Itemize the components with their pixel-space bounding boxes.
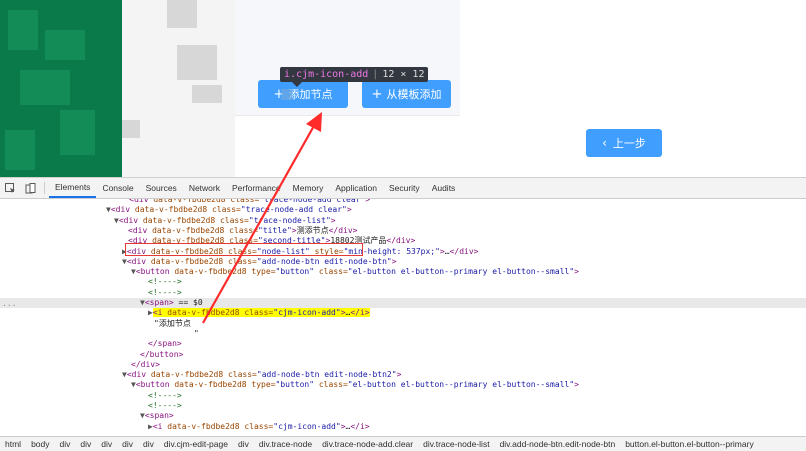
dom-node-line[interactable]: <!----> xyxy=(0,401,806,411)
prev-step-label: 上一步 xyxy=(612,137,646,150)
dom-node-line[interactable]: <div data-v-fbdbe2d8 class="second-title… xyxy=(0,236,806,246)
plus-icon: + xyxy=(371,86,383,102)
breadcrumb-item[interactable]: div.trace-node-add.clear xyxy=(317,439,418,449)
add-node-label: 添加节点 xyxy=(288,88,333,101)
tab-application[interactable]: Application xyxy=(329,178,383,198)
dom-node-line[interactable]: ▶<div data-v-fbdbe2d8 class="node-list" … xyxy=(0,247,806,257)
tooltip-selector: i.cjm-icon-add xyxy=(284,69,369,80)
breadcrumb-item[interactable]: div.add-node-btn.edit-node-btn xyxy=(495,439,621,449)
dom-node-line[interactable]: ▼<div data-v-fbdbe2d8 class="add-node-bt… xyxy=(0,370,806,380)
add-from-template-button[interactable]: + 从模板添加 xyxy=(362,80,451,108)
dom-node-line[interactable]: ▼<span> == $0 xyxy=(0,298,806,309)
device-toolbar-icon[interactable] xyxy=(20,178,40,198)
blurred-gray-panel xyxy=(122,0,235,177)
add-node-button[interactable]: + 添加节点 xyxy=(258,80,348,108)
prev-step-button[interactable]: ‹ 上一步 xyxy=(586,129,662,157)
breadcrumb-item[interactable]: div.trace-node xyxy=(254,439,317,449)
devtools-panel: Elements Console Sources Network Performance… xyxy=(0,177,806,451)
dom-node-line[interactable]: <!----> xyxy=(0,391,806,401)
selected-row-dots: ... xyxy=(2,299,17,308)
dom-node-line[interactable]: <div data-v-fbdbe2d8 class="title">测添节点<… xyxy=(0,226,806,236)
tab-elements[interactable]: Elements xyxy=(49,178,97,198)
breadcrumb-item[interactable]: div xyxy=(96,439,117,449)
breadcrumb-item[interactable]: div.cjm-edit-page xyxy=(159,439,233,449)
inspect-element-icon[interactable] xyxy=(0,178,20,198)
title-annotation-box xyxy=(125,243,363,256)
dom-node-line[interactable]: ▶<i data-v-fbdbe2d8 class="cjm-icon-add"… xyxy=(0,308,806,318)
blurred-green-image xyxy=(0,0,122,177)
dom-node-line[interactable]: </div> xyxy=(0,360,806,370)
dom-node-line[interactable]: <!----> xyxy=(0,288,806,298)
tab-audits[interactable]: Audits xyxy=(426,178,462,198)
dom-node-line[interactable]: ▼<button data-v-fbdbe2d8 type="button" c… xyxy=(0,380,806,390)
tab-performance[interactable]: Performance xyxy=(226,178,287,198)
dom-node-line[interactable]: " xyxy=(0,329,806,339)
dom-node-line[interactable]: <div data-v-fbdbe2d8 class="trace-node-a… xyxy=(0,199,806,205)
breadcrumb-item[interactable]: div xyxy=(138,439,159,449)
breadcrumb-item[interactable]: div xyxy=(75,439,96,449)
dom-node-line[interactable]: </span> xyxy=(0,339,806,349)
dom-node-line[interactable]: "添加节点 xyxy=(0,319,806,329)
dom-node-line[interactable]: ▼<span> xyxy=(0,411,806,421)
devtools-toolbar: Elements Console Sources Network Performance… xyxy=(0,178,806,199)
breadcrumb-item[interactable]: div xyxy=(55,439,76,449)
devtools-tabs: Elements Console Sources Network Performance… xyxy=(49,178,461,198)
dom-node-line[interactable]: </button> xyxy=(0,350,806,360)
add-from-template-label: 从模板添加 xyxy=(386,88,442,101)
page-preview: + 添加节点 + 从模板添加 i.cjm-icon-add | 12 × 12 … xyxy=(0,0,806,177)
dom-node-line[interactable]: ▼<div data-v-fbdbe2d8 class="trace-node-… xyxy=(0,205,806,215)
elements-dom-tree[interactable]: ▶<i data-v-fbdbe2d8 class="cjm-icon-add"… xyxy=(0,199,806,436)
breadcrumb-item[interactable]: div xyxy=(233,439,254,449)
breadcrumb-item[interactable]: div xyxy=(117,439,138,449)
dom-node-line[interactable]: ▼<div data-v-fbdbe2d8 class="add-node-bt… xyxy=(0,257,806,267)
chevron-left-icon: ‹ xyxy=(602,136,607,150)
tab-security[interactable]: Security xyxy=(383,178,426,198)
inspect-tooltip: i.cjm-icon-add | 12 × 12 xyxy=(280,67,429,82)
dom-node-line[interactable]: ▼<button data-v-fbdbe2d8 type="button" c… xyxy=(0,267,806,277)
tab-console[interactable]: Console xyxy=(96,178,139,198)
tab-sources[interactable]: Sources xyxy=(140,178,183,198)
tab-network[interactable]: Network xyxy=(183,178,226,198)
breadcrumb-item[interactable]: div.trace-node-list xyxy=(418,439,494,449)
inspect-highlight-box xyxy=(281,89,292,100)
dom-node-line[interactable]: <!----> xyxy=(0,277,806,287)
tooltip-pointer xyxy=(292,82,302,87)
breadcrumb-item[interactable]: body xyxy=(26,439,54,449)
breadcrumb-item[interactable]: html xyxy=(0,439,26,449)
breadcrumb-item[interactable]: button.el-button.el-button--primary xyxy=(620,439,759,449)
toolbar-divider xyxy=(44,182,45,194)
dom-node-line[interactable]: ▼<div data-v-fbdbe2d8 class="trace-node-… xyxy=(0,216,806,226)
tab-memory[interactable]: Memory xyxy=(287,178,330,198)
dom-node-line[interactable]: ▶<i data-v-fbdbe2d8 class="cjm-icon-add"… xyxy=(0,422,806,432)
tooltip-size: 12 × 12 xyxy=(382,69,425,80)
